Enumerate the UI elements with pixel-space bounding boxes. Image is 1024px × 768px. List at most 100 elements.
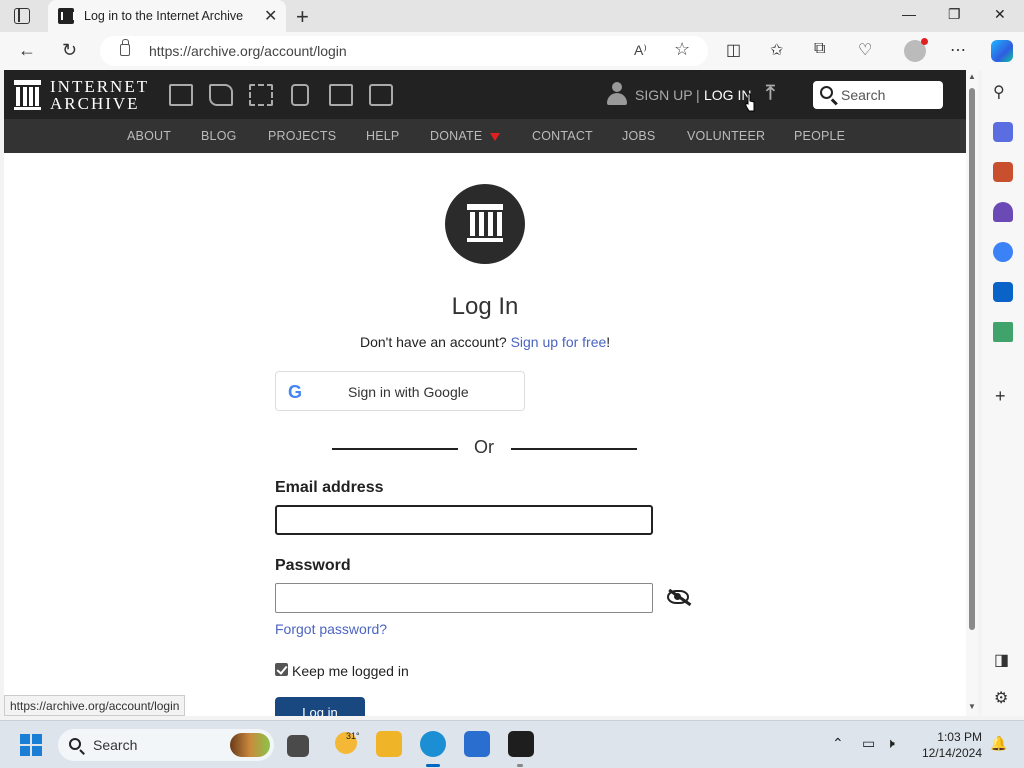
password-label: Password (275, 557, 351, 574)
scrollbar-thumb[interactable] (969, 88, 975, 630)
tab-close-icon[interactable]: ✕ (264, 6, 277, 26)
nav-contact[interactable]: CONTACT (532, 129, 593, 143)
tab-title: Log in to the Internet Archive (84, 9, 244, 23)
scroll-down-icon[interactable]: ▼ (968, 702, 976, 711)
user-icon[interactable] (606, 82, 628, 106)
software-disk-icon[interactable] (329, 84, 353, 106)
keep-logged-in-checkbox[interactable] (275, 663, 288, 676)
sidebar-add-icon[interactable]: + (995, 386, 1006, 407)
logo-line1: INTERNET (50, 77, 150, 96)
google-sign-in-button[interactable]: G Sign in with Google (275, 371, 525, 411)
more-options-icon[interactable]: ⋯ (950, 40, 966, 60)
collections-icon[interactable]: ⧉ (814, 40, 825, 58)
nav-donate-item[interactable]: DONATE (430, 129, 501, 143)
ia-search-input[interactable] (841, 85, 937, 105)
sidebar-settings-gear-icon[interactable]: ⚙ (994, 688, 1008, 708)
divider-right (511, 448, 637, 450)
hand-cursor-icon (745, 93, 755, 112)
task-view-icon[interactable] (287, 735, 309, 757)
forgot-password-link[interactable]: Forgot password? (275, 621, 387, 637)
browser-tab-active[interactable]: Log in to the Internet Archive ✕ (48, 0, 286, 32)
volume-muted-icon[interactable]: 🕨 (886, 735, 895, 752)
tab-actions-icon[interactable] (14, 8, 30, 24)
back-arrow-icon[interactable]: ← (18, 40, 36, 61)
edge-sidebar: ⚲ + ◨ ⚙ (982, 70, 1024, 716)
favorite-star-icon[interactable]: ☆ (674, 39, 690, 60)
copilot-icon[interactable] (991, 40, 1013, 62)
images-icon[interactable] (369, 84, 393, 106)
eye-slash-icon[interactable] (667, 590, 689, 604)
edge-browser-icon[interactable] (420, 731, 446, 757)
archive-logo-circle-icon (445, 184, 525, 264)
profile-avatar-icon[interactable] (904, 38, 928, 62)
split-screen-icon[interactable]: ◫ (726, 40, 741, 60)
sidebar-shopping-icon[interactable] (993, 122, 1013, 142)
nav-projects[interactable]: PROJECTS (268, 129, 336, 143)
file-explorer-icon[interactable] (376, 731, 402, 757)
browser-toolbar: ← ↻ https://archive.org/account/login A⁾… (0, 32, 1024, 70)
video-film-icon[interactable] (249, 84, 273, 106)
sidebar-hide-icon[interactable]: ◨ (994, 650, 1009, 670)
sidebar-games-icon[interactable] (993, 202, 1013, 222)
show-hidden-icons-chevron-icon[interactable]: ⌃ (832, 735, 844, 752)
browser-essentials-icon[interactable]: ♡ (858, 40, 872, 60)
web-icon[interactable] (169, 84, 193, 106)
page-scrollbar[interactable]: ▲ ▼ (966, 70, 978, 716)
divider-left (332, 448, 458, 450)
nav-about[interactable]: ABOUT (127, 129, 171, 143)
scroll-up-icon[interactable]: ▲ (968, 72, 976, 81)
archive-favicon-icon (58, 8, 75, 24)
nav-volunteer[interactable]: VOLUNTEER (687, 129, 765, 143)
page-viewport: INTERNET ARCHIVE SIGN UP | LOG IN ⤒ ABOU… (4, 70, 966, 716)
read-aloud-icon[interactable]: A⁾ (634, 42, 647, 59)
lock-icon[interactable] (120, 39, 130, 56)
address-bar-url[interactable]: https://archive.org/account/login (149, 43, 347, 59)
favorites-icon[interactable]: ✩ (770, 40, 783, 60)
address-bar[interactable]: https://archive.org/account/login A⁾ ☆ (100, 36, 708, 66)
nav-blog[interactable]: BLOG (201, 129, 237, 143)
refresh-icon[interactable]: ↻ (62, 40, 77, 61)
window-restore-button[interactable]: ❐ (948, 6, 961, 23)
archive-logo-text[interactable]: INTERNET ARCHIVE (50, 78, 149, 112)
status-bar-url: https://archive.org/account/login (4, 695, 186, 716)
nav-jobs[interactable]: JOBS (622, 129, 655, 143)
nav-people[interactable]: PEOPLE (794, 129, 845, 143)
search-icon[interactable] (820, 86, 833, 99)
taskbar-search-label: Search (93, 737, 138, 753)
archive-logo-icon[interactable] (14, 80, 41, 110)
log-in-button[interactable]: Log in (275, 697, 365, 716)
password-field[interactable] (275, 583, 653, 613)
ia-top-nav: INTERNET ARCHIVE SIGN UP | LOG IN ⤒ (4, 70, 966, 119)
sidebar-copilot-icon[interactable] (993, 242, 1013, 262)
search-highlight-image (230, 733, 270, 757)
clock-date[interactable]: 12/14/2024 (914, 746, 982, 760)
keep-logged-in-label[interactable]: Keep me logged in (292, 663, 409, 679)
sidebar-tools-icon[interactable] (993, 162, 1013, 182)
sidebar-send-icon[interactable] (993, 322, 1013, 342)
sidebar-outlook-icon[interactable] (993, 282, 1013, 302)
sign-up-free-link[interactable]: Sign up for free (511, 334, 607, 350)
network-icon[interactable]: ▭ (862, 735, 875, 752)
ia-secondary-nav: ABOUT BLOG PROJECTS HELP DONATE CONTACT … (4, 119, 966, 153)
windows-start-icon[interactable] (20, 734, 42, 756)
texts-book-icon[interactable] (209, 84, 233, 106)
audio-speaker-icon[interactable] (291, 84, 309, 106)
window-minimize-button[interactable]: — (902, 6, 916, 22)
terminal-icon[interactable] (508, 731, 534, 757)
sidebar-search-icon[interactable]: ⚲ (993, 82, 1005, 102)
taskbar-search[interactable]: Search (58, 729, 274, 761)
sign-up-link[interactable]: SIGN UP (635, 87, 693, 103)
upload-icon[interactable]: ⤒ (766, 82, 775, 105)
notification-bell-icon[interactable]: 🔔 (990, 735, 1007, 752)
window-close-button[interactable]: ✕ (994, 6, 1006, 23)
weather-temp: 31° (346, 731, 360, 741)
microsoft-store-icon[interactable] (464, 731, 490, 757)
clock-time[interactable]: 1:03 PM (934, 730, 982, 744)
nav-help[interactable]: HELP (366, 129, 399, 143)
ia-search-box[interactable] (813, 81, 943, 109)
email-label: Email address (275, 479, 384, 496)
email-field[interactable] (275, 505, 653, 535)
nav-donate[interactable]: DONATE (430, 129, 482, 143)
active-app-indicator (426, 764, 440, 767)
new-tab-button[interactable]: + (296, 4, 309, 30)
